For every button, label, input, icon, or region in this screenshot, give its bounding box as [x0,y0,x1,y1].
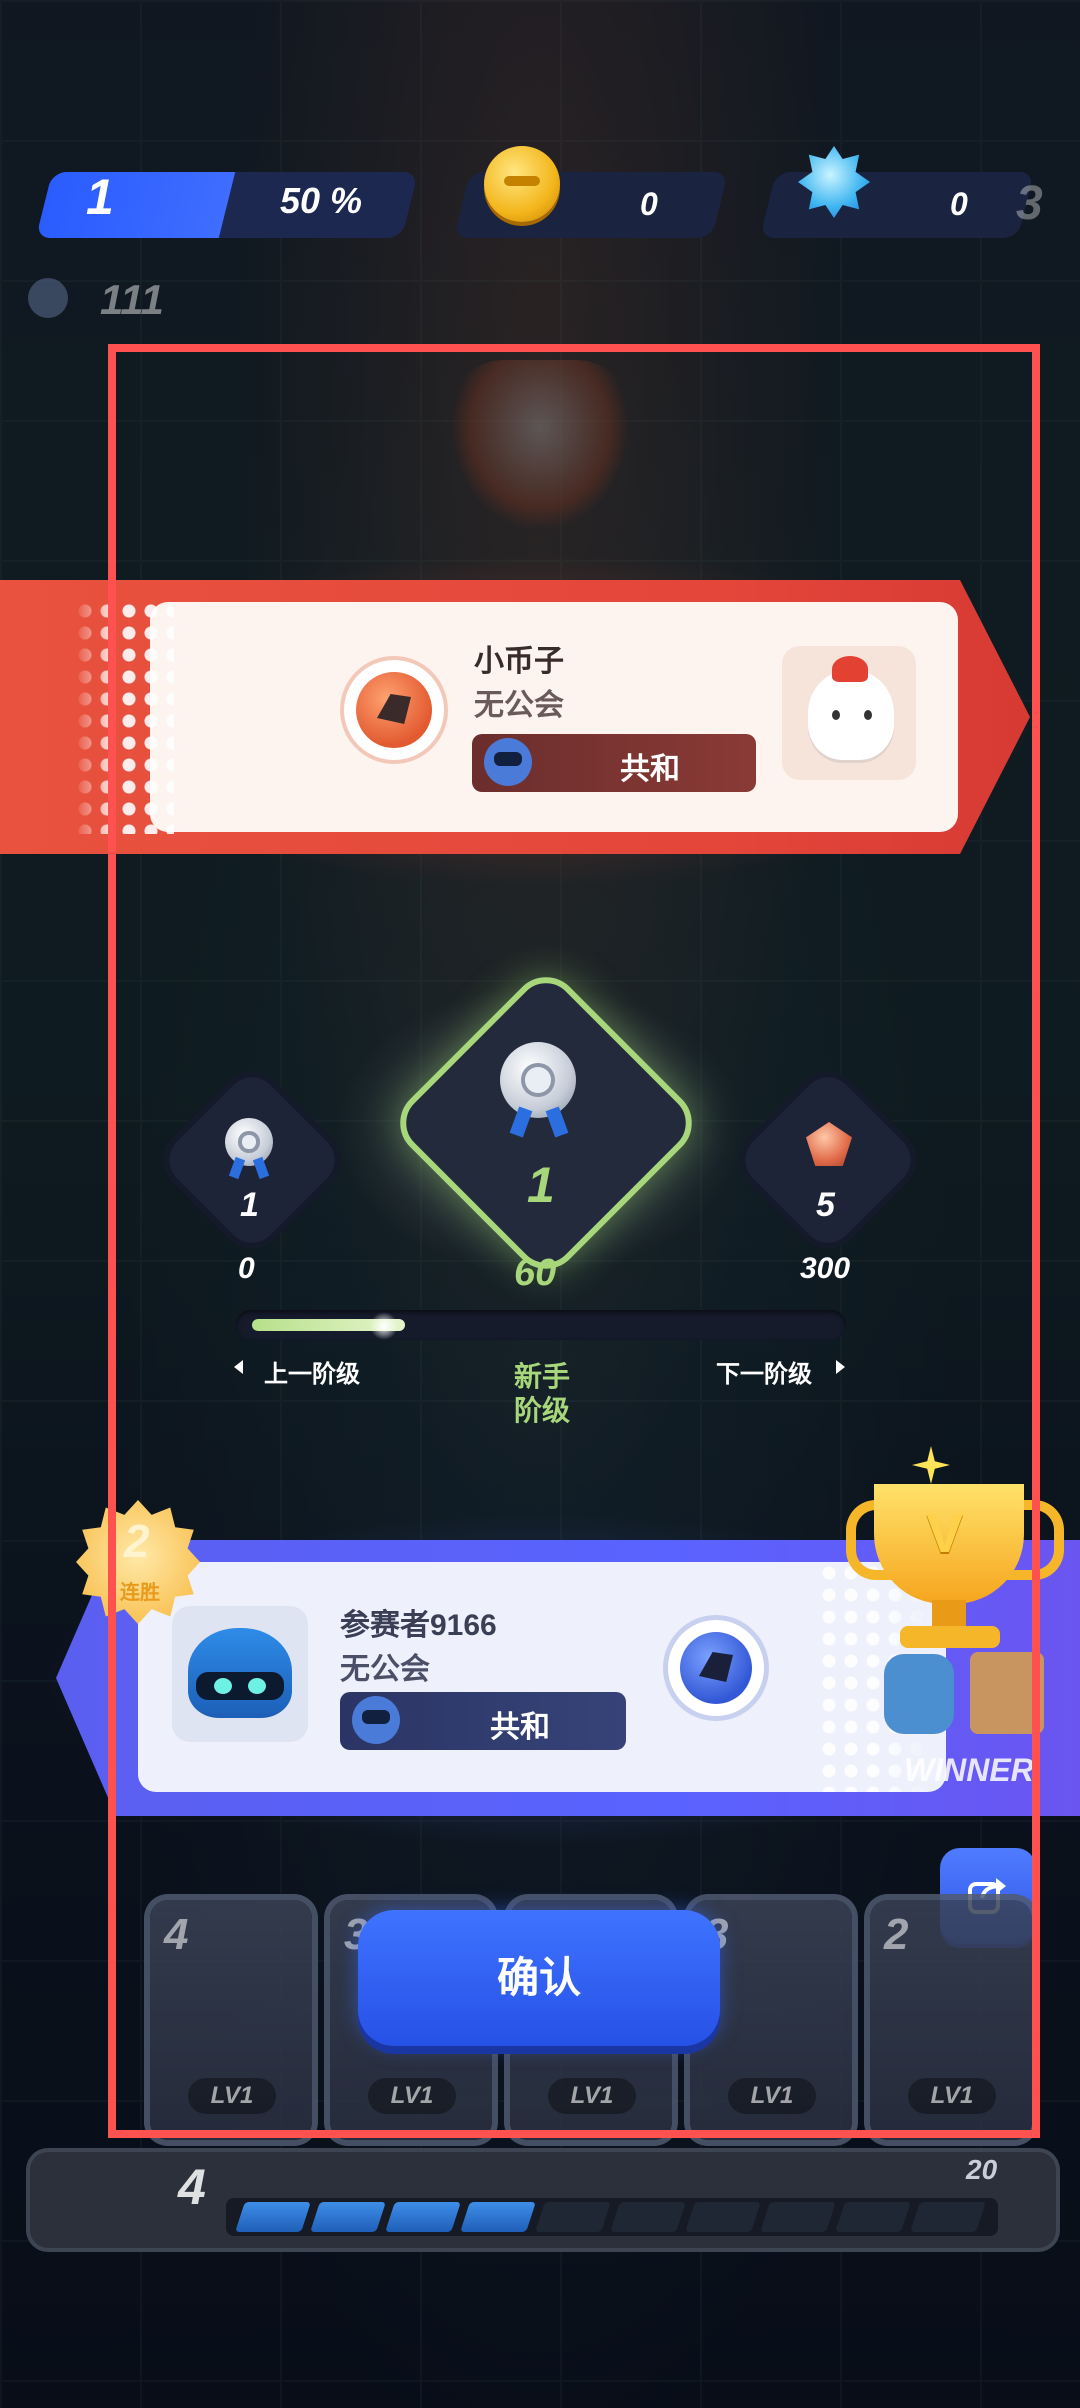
energy-segment [835,2202,911,2232]
opponent-team-label: 共和 [620,753,680,786]
level-progress-fill [35,172,236,238]
unit-card-level: LV1 [908,2078,996,2114]
unit-card-cost: 4 [164,1910,189,1959]
chick-avatar-icon [808,670,894,760]
energy-max: 20 [966,2154,998,2185]
robot-mascot-icon [884,1654,954,1734]
trophy-base [900,1626,1000,1648]
opponent-banner-dots [74,600,174,834]
player-level: 1 [86,169,114,225]
energy-current: 4 [178,2159,206,2215]
next-tier-label: 下一阶级 [716,1361,812,1388]
box-mascot-icon [970,1652,1044,1734]
unit-card-level: LV1 [368,2078,456,2114]
coin-icon [484,146,560,222]
player-name: 参赛者9166 [340,1609,497,1642]
rank-name: 新手阶级 [513,1361,570,1426]
troop-icon [28,278,68,318]
next-score: 300 [800,1252,851,1285]
visor-eye [214,1678,232,1694]
energy-segment [310,2202,386,2232]
win-streak-count: 2 [124,1515,150,1567]
energy-segment [235,2202,311,2232]
win-streak-label: 连胜 [120,1582,160,1604]
energy-segment [685,2202,761,2232]
chick-comb [832,656,868,682]
trophy-v-mark: V [926,1501,964,1564]
silver-medal-icon [500,1042,576,1118]
helmet-visor [196,1672,284,1700]
energy-segment [760,2202,836,2232]
energy-segment [460,2202,536,2232]
player-guild: 无公会 [340,1653,430,1686]
progress-spark-icon [370,1312,398,1340]
visor-eye [248,1678,266,1694]
player-team-label: 共和 [490,1711,550,1744]
current-tier: 1 [527,1157,555,1213]
energy-segment [610,2202,686,2232]
energy-segment [535,2202,611,2232]
opponent-rank-badge-icon [344,660,444,760]
next-tier: 5 [816,1186,835,1224]
rank-progress-track [236,1310,846,1340]
chick-eye [864,710,872,720]
prev-tier-label: 上一阶级 [264,1361,360,1388]
confirm-button[interactable]: 确认 [358,1910,720,2046]
silver-medal-icon-small [225,1118,273,1166]
helmet-icon [484,738,532,786]
unit-card-level: LV1 [188,2078,276,2114]
energy-segment [910,2202,986,2232]
gem-value: 0 [950,186,968,222]
troop-count: 111 [100,276,164,323]
player-rank-badge-icon [668,1620,764,1716]
prev-arrow-icon [234,1360,243,1374]
unit-card-cost: 2 [884,1910,909,1959]
energy-segment [385,2202,461,2232]
opponent-guild: 无公会 [474,689,564,722]
unit-card-level: LV1 [548,2078,636,2114]
next-arrow-icon [836,1360,845,1374]
level-progress-text: 50 % [280,180,363,221]
coin-value: 0 [640,186,658,222]
prev-score: 0 [238,1252,255,1285]
prev-tier: 1 [240,1186,259,1224]
unit-card-level: LV1 [728,2078,816,2114]
opponent-name: 小币子 [474,645,564,678]
side-number: 3 [1016,177,1043,230]
helmet-icon [352,1696,400,1744]
chick-eye [832,710,840,720]
current-score: 60 [514,1252,557,1294]
winner-label: WINNER [904,1752,1034,1788]
